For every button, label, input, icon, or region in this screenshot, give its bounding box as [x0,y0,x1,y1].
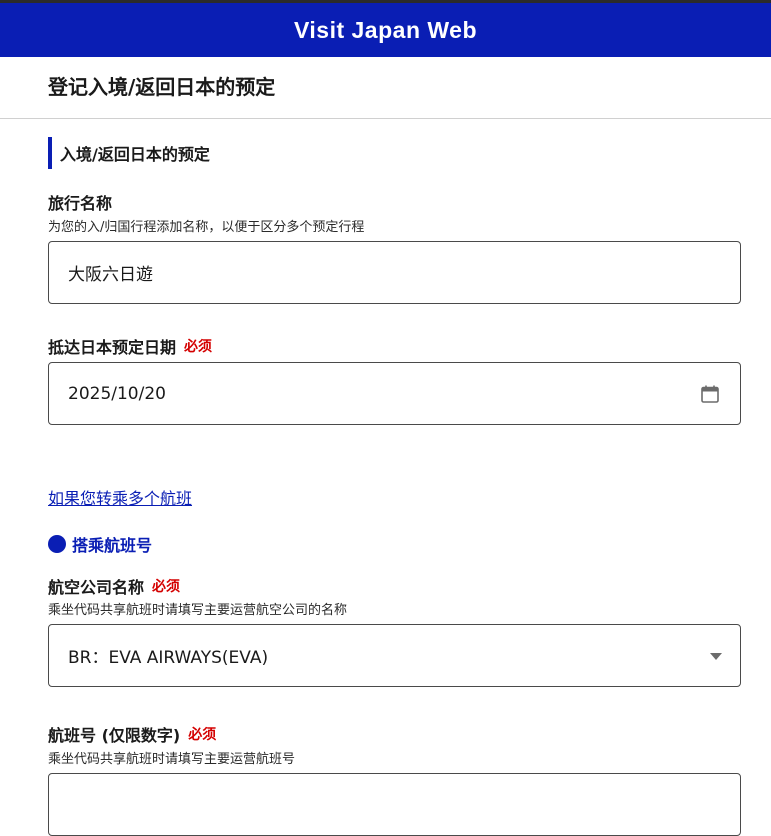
airline-value: BR：EVA AIRWAYS(EVA) [68,648,269,668]
bullet-dot-icon [48,535,66,553]
flight-section-heading: 搭乘航班号 [48,532,152,556]
flight-number-label: 航班号 (仅限数字) 必须 [48,722,216,746]
flight-number-hint: 乘坐代码共享航班时请填写主要运营航班号 [48,752,296,767]
required-badge: 必须 [152,579,181,595]
page-title: 登记入境/返回日本的预定 [48,75,276,99]
app-header: Visit Japan Web [0,0,771,57]
airline-label-text: 航空公司名称 [48,578,145,597]
arrival-date-input[interactable]: 2025/10/20 [48,362,741,425]
app-title: Visit Japan Web [293,16,478,43]
section-heading: 入境/返回日本的预定 [48,137,210,169]
flight-number-input[interactable] [48,773,741,836]
trip-name-hint: 为您的入/归国行程添加名称，以便于区分多个预定行程 [48,220,365,235]
flight-section-title: 搭乘航班号 [72,536,153,555]
airline-select[interactable]: BR：EVA AIRWAYS(EVA) [48,624,741,687]
airline-hint: 乘坐代码共享航班时请填写主要运营航空公司的名称 [48,603,348,618]
trip-name-input[interactable]: 大阪六日遊 [48,241,741,304]
chevron-down-icon [710,653,722,660]
flight-number-label-text: 航班号 (仅限数字) [48,726,181,745]
multiple-flights-link[interactable]: 如果您转乘多个航班 [48,485,192,509]
arrival-date-label-text: 抵达日本预定日期 [48,338,177,357]
arrival-date-label: 抵达日本预定日期 必须 [48,334,212,358]
calendar-icon[interactable] [700,384,720,404]
arrival-date-value: 2025/10/20 [68,383,166,404]
airline-label: 航空公司名称 必须 [48,574,180,598]
trip-name-label-text: 旅行名称 [48,194,113,213]
page-header: 登记入境/返回日本的预定 [0,57,771,119]
trip-name-label: 旅行名称 [48,190,112,214]
required-badge: 必须 [188,727,217,743]
trip-name-value: 大阪六日遊 [68,265,153,285]
required-badge: 必须 [184,339,213,355]
